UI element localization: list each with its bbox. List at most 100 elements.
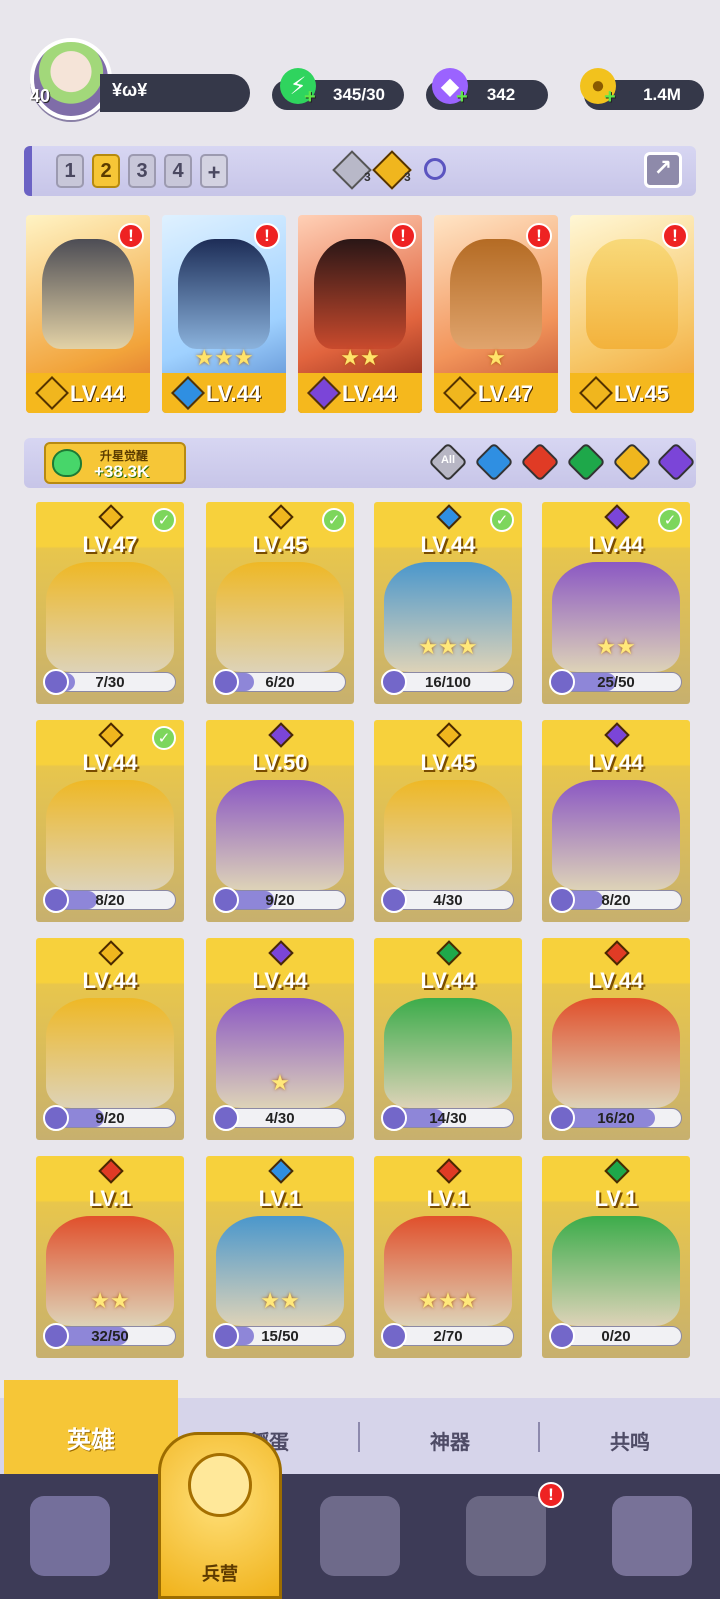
team-tab-1[interactable]: 1: [56, 154, 84, 188]
share-icon[interactable]: ↗: [644, 152, 682, 188]
lineup-hero-card[interactable]: ! ★★★ LV.44: [162, 215, 286, 413]
tab-resonance[interactable]: 共鸣: [540, 1398, 720, 1474]
search-icon[interactable]: [424, 158, 446, 180]
cards-icon[interactable]: [30, 1496, 110, 1576]
hero-portrait: [552, 780, 680, 890]
hero-portrait: [314, 239, 406, 349]
lineup-hero-card[interactable]: ! ★ LV.47: [434, 215, 558, 413]
hero-stars: ★★★: [418, 1288, 478, 1313]
check-icon: ✓: [152, 726, 176, 750]
hero-level: LV.1: [594, 1186, 638, 1211]
hero-card[interactable]: ✓ LV.44 ★★★ 16/100: [374, 502, 522, 704]
fragment-progress: 32/50: [43, 1323, 176, 1349]
alert-badge: !: [390, 223, 416, 249]
gold-add-icon[interactable]: +: [604, 86, 616, 109]
team-tab-3[interactable]: 3: [128, 154, 156, 188]
hero-level: LV.45: [252, 532, 308, 557]
fragment-icon: [381, 669, 407, 695]
hero-card[interactable]: LV.1 0/20: [542, 1156, 690, 1358]
green-element-icon: [436, 940, 462, 966]
filter-green-element-icon[interactable]: [566, 442, 606, 482]
team-selector-bar: 1 2 3 4 + 3 3 ↗: [24, 146, 696, 196]
hero-card[interactable]: LV.1 ★★ 32/50: [36, 1156, 184, 1358]
blue-element-icon: [436, 504, 462, 530]
filter-gold-element-icon[interactable]: [612, 442, 652, 482]
team-tab-2[interactable]: 2: [92, 154, 120, 188]
hero-level: LV.44: [252, 968, 308, 993]
hero-portrait: [552, 1216, 680, 1326]
hero-stars: ★★: [260, 1288, 300, 1313]
purple-element-icon: [268, 940, 294, 966]
purple-element-icon: [268, 722, 294, 748]
hero-card[interactable]: ✓ LV.44 ★★ 25/50: [542, 502, 690, 704]
nav-barracks-label: 兵营: [202, 1564, 238, 1584]
lineup-hero-card[interactable]: ! LV.44: [26, 215, 150, 413]
hero-card[interactable]: LV.1 ★★ 15/50: [206, 1156, 354, 1358]
hero-level: LV.45: [420, 750, 476, 775]
fragment-icon: [213, 887, 239, 913]
gold-element-icon: [268, 504, 294, 530]
filter-purple-element-icon[interactable]: [656, 442, 696, 482]
mushroom-icon[interactable]: [612, 1496, 692, 1576]
hero-card[interactable]: LV.44 ★ 4/30: [206, 938, 354, 1140]
silver-element-count: 3: [364, 170, 371, 184]
fragment-progress: 15/50: [213, 1323, 346, 1349]
hero-card[interactable]: ✓ LV.47 7/30: [36, 502, 184, 704]
red-element-icon: [98, 1158, 124, 1184]
fragment-icon: [43, 1323, 69, 1349]
fragment-icon: [213, 1105, 239, 1131]
fragment-icon: [549, 887, 575, 913]
hero-card[interactable]: ✓ LV.45 6/20: [206, 502, 354, 704]
red-element-icon: [436, 1158, 462, 1184]
gems-add-icon[interactable]: +: [456, 86, 468, 109]
shop-icon[interactable]: [466, 1496, 546, 1576]
hero-stars: ★: [486, 345, 506, 370]
hero-card[interactable]: LV.44 16/20: [542, 938, 690, 1140]
fragment-icon: [213, 1323, 239, 1349]
add-team-button[interactable]: +: [200, 154, 228, 188]
fragment-icon: [43, 669, 69, 695]
check-icon: ✓: [322, 508, 346, 532]
hero-card[interactable]: LV.1 ★★★ 2/70: [374, 1156, 522, 1358]
hero-level: LV.44: [82, 750, 138, 775]
fragment-progress: 8/20: [43, 887, 176, 913]
hero-level: LV.44: [206, 381, 262, 406]
hero-portrait: [216, 562, 344, 672]
hero-card[interactable]: LV.44 8/20: [542, 720, 690, 922]
purple-element-icon: [604, 722, 630, 748]
hero-level: LV.44: [588, 532, 644, 557]
team-tab-4[interactable]: 4: [164, 154, 192, 188]
filter-red-element-icon[interactable]: [520, 442, 560, 482]
hero-portrait: [46, 780, 174, 890]
fragment-progress: 0/20: [549, 1323, 682, 1349]
gold-element-icon: [98, 504, 124, 530]
hero-card[interactable]: ✓ LV.44 8/20: [36, 720, 184, 922]
hero-portrait: [42, 239, 134, 349]
hero-portrait: [46, 562, 174, 672]
hero-stars: ★★: [596, 634, 636, 659]
fragment-progress: 4/30: [381, 887, 514, 913]
tab-artifacts[interactable]: 神器: [360, 1398, 540, 1474]
power-badge[interactable]: 升星觉醒 +38.3K: [44, 442, 186, 484]
top-bar: 40 ¥ω¥ 345/30 ⚡ + 342 ◆ + 1.4M ● +: [0, 0, 720, 130]
hero-level: LV.45: [614, 381, 670, 406]
gold-element-count: 3: [404, 170, 411, 184]
player-name[interactable]: ¥ω¥: [100, 74, 250, 112]
tab-heroes[interactable]: 英雄: [4, 1380, 178, 1474]
hero-portrait: [384, 780, 512, 890]
energy-add-icon[interactable]: +: [304, 86, 316, 109]
map-icon[interactable]: [320, 1496, 400, 1576]
hero-card[interactable]: LV.44 9/20: [36, 938, 184, 1140]
nav-barracks[interactable]: 兵营: [158, 1432, 282, 1599]
heart-icon: [52, 449, 82, 477]
lineup-hero-card[interactable]: ! LV.45: [570, 215, 694, 413]
hero-card[interactable]: LV.45 4/30: [374, 720, 522, 922]
filter-blue-element-icon[interactable]: [474, 442, 514, 482]
hero-level: LV.1: [88, 1186, 132, 1211]
barracks-icon: [188, 1453, 252, 1517]
lineup-hero-card[interactable]: ! ★★ LV.44: [298, 215, 422, 413]
hero-card[interactable]: LV.44 14/30: [374, 938, 522, 1140]
bottom-navigation: [0, 1474, 720, 1599]
hero-card[interactable]: LV.50 9/20: [206, 720, 354, 922]
bottom-tabs: 英雄 孵蛋 神器 共鸣: [0, 1380, 720, 1474]
